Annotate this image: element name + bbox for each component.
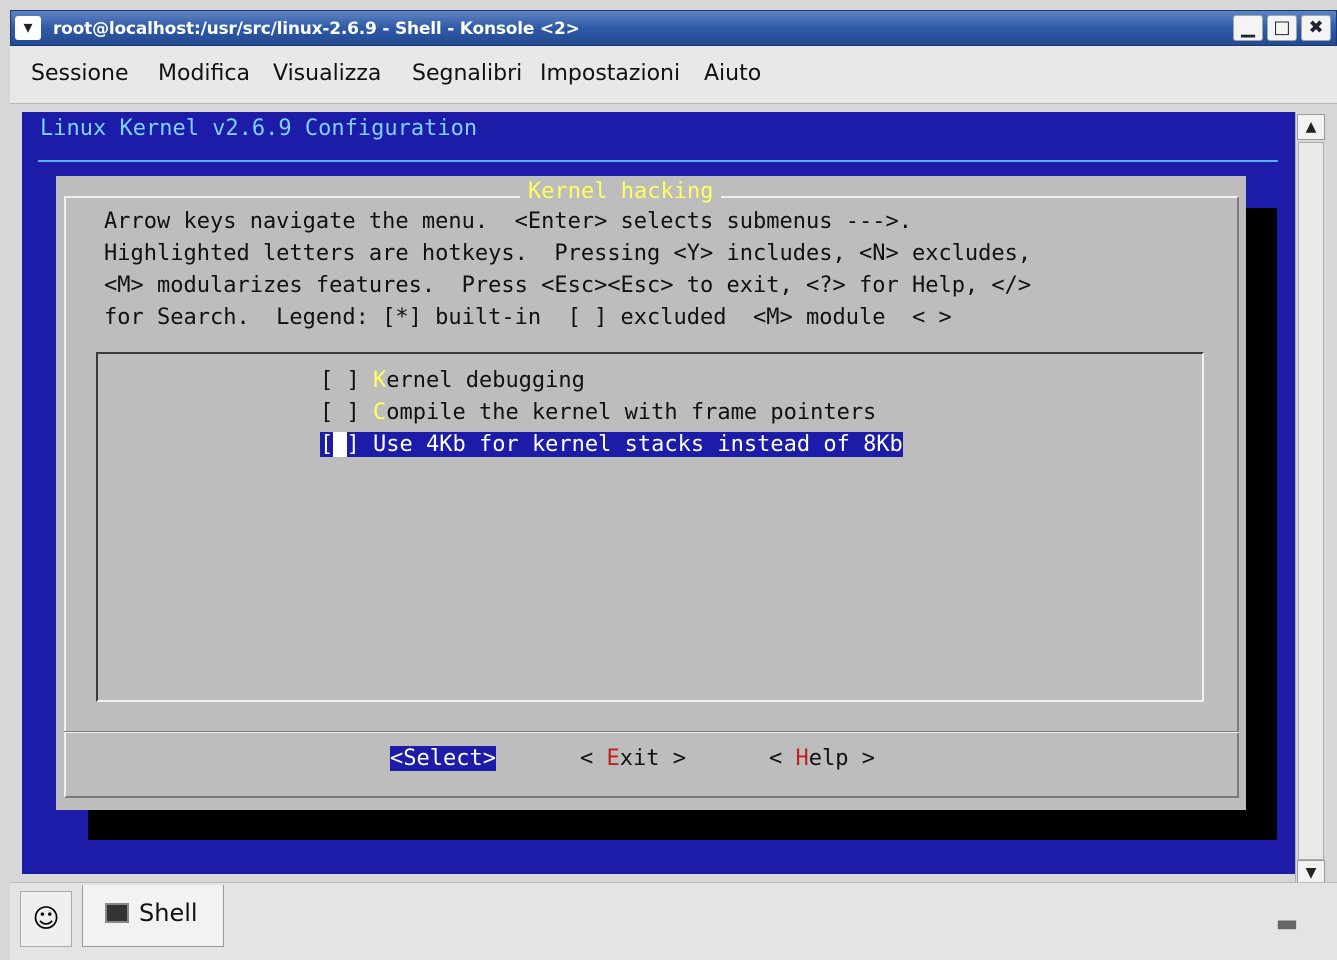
menu-modifica[interactable]: Modifica (158, 61, 250, 86)
checkbox-close: ] (346, 432, 373, 457)
menu-visualizza[interactable]: Visualizza (273, 61, 381, 86)
tab-shell[interactable]: Shell (82, 885, 224, 947)
menubar: Sessione Modifica Visualizza Segnalibri … (10, 46, 1337, 104)
menu-item-label: Use 4Kb for kernel stacks instead of 8Kb (373, 432, 903, 457)
window-menu-icon[interactable]: ▾ (15, 16, 41, 40)
config-header: Linux Kernel v2.6.9 Configuration (40, 116, 478, 141)
menu-item-4kb-stacks[interactable]: [ ] Use 4Kb for kernel stacks instead of… (320, 432, 903, 457)
header-rule (38, 160, 1278, 162)
menu-item-kernel-debugging[interactable]: [ ] Kernel debugging (320, 368, 585, 393)
tab-bar: ☺ Shell ▬ (10, 882, 1337, 960)
menu-list-box: [ ] Kernel debugging [ ] Compile the ker… (96, 352, 1204, 702)
scroll-up-arrow-icon[interactable]: ▲ (1297, 114, 1325, 140)
checkbox[interactable]: [ ] (320, 400, 373, 425)
scroll-thumb[interactable] (1298, 142, 1324, 860)
terminal-icon (105, 903, 129, 923)
menu-impostazioni[interactable]: Impostazioni (540, 61, 680, 86)
terminal-area[interactable]: Linux Kernel v2.6.9 Configuration Kernel… (22, 112, 1295, 874)
text-cursor (333, 432, 347, 457)
checkbox[interactable]: [ ] (320, 368, 373, 393)
menu-item-label: ernel debugging (386, 368, 585, 393)
exit-button[interactable]: < Exit > (580, 746, 686, 771)
help-line: Arrow keys navigate the menu. <Enter> se… (104, 209, 912, 234)
window-title: root@localhost:/usr/src/linux-2.6.9 - Sh… (53, 19, 580, 39)
new-session-icon[interactable]: ☺ (20, 891, 72, 947)
menu-item-frame-pointers[interactable]: [ ] Compile the kernel with frame pointe… (320, 400, 876, 425)
minimize-button[interactable]: ▁ (1233, 15, 1263, 41)
button-separator (64, 731, 1239, 733)
dialog-title: Kernel hacking (520, 179, 722, 204)
help-line: <M> modularizes features. Press <Esc><Es… (104, 273, 1032, 298)
vertical-scrollbar[interactable]: ▲ ▼ (1295, 112, 1325, 890)
close-button[interactable]: ✖ (1301, 15, 1331, 41)
close-session-icon[interactable]: ▬ (1262, 903, 1312, 947)
window-title-bar[interactable]: ▾ root@localhost:/usr/src/linux-2.6.9 - … (10, 10, 1337, 46)
help-line: Highlighted letters are hotkeys. Pressin… (104, 241, 1032, 266)
hotkey-letter: C (372, 400, 387, 425)
select-button[interactable]: <Select> (390, 746, 496, 771)
menu-aiuto[interactable]: Aiuto (704, 61, 761, 86)
hotkey-letter: K (372, 368, 387, 393)
checkbox-open[interactable]: [ (320, 432, 333, 457)
help-line: for Search. Legend: [*] built-in [ ] exc… (104, 305, 952, 330)
help-button[interactable]: < Help > (769, 746, 875, 771)
menu-item-label: ompile the kernel with frame pointers (386, 400, 877, 425)
maximize-button[interactable]: □ (1267, 15, 1297, 41)
menu-segnalibri[interactable]: Segnalibri (412, 61, 522, 86)
menu-sessione[interactable]: Sessione (31, 61, 128, 86)
tab-label: Shell (139, 899, 198, 927)
menuconfig-dialog: Kernel hacking Arrow keys navigate the m… (56, 176, 1246, 810)
